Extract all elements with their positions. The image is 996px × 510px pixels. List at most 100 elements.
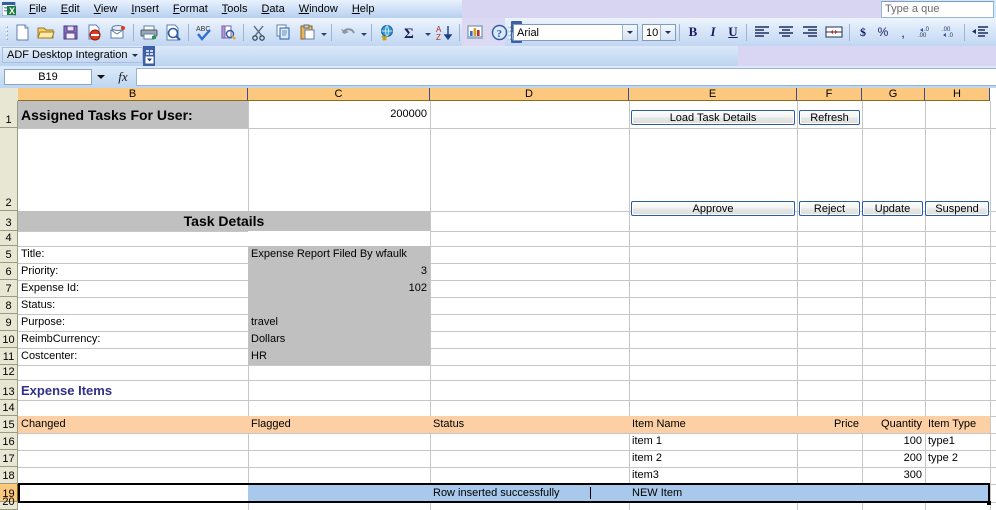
table-header-item-name[interactable]: Item Name xyxy=(629,416,797,433)
insert-function-icon[interactable]: fx xyxy=(110,69,136,85)
row-header-12[interactable]: 12 xyxy=(0,365,18,380)
currency-style-button[interactable]: $ xyxy=(853,25,873,40)
approve-button[interactable]: Approve xyxy=(631,201,795,216)
cell-price-1[interactable] xyxy=(797,450,862,467)
assigned-tasks-value[interactable]: 200000 xyxy=(248,101,430,128)
cell-status-1[interactable] xyxy=(430,450,629,467)
cell-price-3[interactable] xyxy=(797,484,862,502)
comma-style-button[interactable]: , xyxy=(893,25,913,40)
cell-quantity-0[interactable]: 100 xyxy=(862,433,925,450)
font-name-dropdown-icon[interactable] xyxy=(622,24,637,40)
column-header-D[interactable]: D xyxy=(430,88,629,101)
menu-item-help[interactable]: Help xyxy=(345,1,382,17)
cell-flagged-2[interactable] xyxy=(248,467,430,484)
row-header-8[interactable]: 8 xyxy=(0,297,18,314)
detail-value-4[interactable]: travel xyxy=(248,314,430,331)
reject-button[interactable]: Reject xyxy=(799,201,860,216)
column-header-H[interactable]: H xyxy=(925,88,990,101)
autosum-dropdown-icon[interactable] xyxy=(423,21,432,43)
name-box[interactable]: B19 xyxy=(4,69,92,85)
sort-ascending-icon[interactable]: AZ xyxy=(433,21,455,43)
row-header-17[interactable]: 17 xyxy=(0,450,18,467)
table-header-quantity[interactable]: Quantity xyxy=(862,416,925,433)
underline-button[interactable]: U xyxy=(723,24,743,40)
cell-item-type-3[interactable] xyxy=(925,484,990,502)
chart-wizard-icon[interactable] xyxy=(464,21,486,43)
new-icon[interactable] xyxy=(11,21,33,43)
align-center-icon[interactable] xyxy=(775,21,797,43)
cell-item-name-3[interactable]: NEW Item xyxy=(629,484,797,502)
font-size-combo[interactable]: 10 xyxy=(642,23,676,41)
cell-flagged-3[interactable] xyxy=(248,484,430,502)
cell-item-type-2[interactable] xyxy=(925,467,990,484)
row-header-11[interactable]: 11 xyxy=(0,348,18,365)
row-header-9[interactable]: 9 xyxy=(0,314,18,331)
cell-item-name-1[interactable]: item 2 xyxy=(629,450,797,467)
expense-items-header[interactable]: Expense Items xyxy=(18,380,248,400)
column-header-G[interactable]: G xyxy=(862,88,925,101)
decrease-decimal-icon[interactable]: .00.0 xyxy=(938,21,960,43)
increase-decimal-icon[interactable]: .0.00 xyxy=(914,21,936,43)
table-header-price[interactable]: Price xyxy=(797,416,862,433)
row-header-3[interactable]: 3 xyxy=(0,211,18,231)
name-box-dropdown-icon[interactable] xyxy=(92,68,110,86)
cell-item-name-2[interactable]: item3 xyxy=(629,467,797,484)
refresh-button[interactable]: Refresh xyxy=(799,110,860,125)
merge-and-center-icon[interactable] xyxy=(823,21,845,43)
cell-item-type-1[interactable]: type 2 xyxy=(925,450,990,467)
menu-item-file[interactable]: File xyxy=(22,1,54,17)
open-folder-icon[interactable] xyxy=(35,21,57,43)
detail-value-5[interactable]: Dollars xyxy=(248,331,430,348)
ask-a-question-box[interactable]: Type a que xyxy=(881,1,994,18)
print-preview-icon[interactable] xyxy=(162,21,184,43)
menu-item-edit[interactable]: Edit xyxy=(54,1,87,17)
table-header-status[interactable]: Status xyxy=(430,416,629,433)
font-name-combo[interactable]: Arial xyxy=(513,23,638,41)
row-header-18[interactable]: 18 xyxy=(0,467,18,484)
row-header-7[interactable]: 7 xyxy=(0,280,18,297)
save-floppy-icon[interactable] xyxy=(59,21,81,43)
select-all-corner[interactable] xyxy=(0,88,19,102)
row-header-5[interactable]: 5 xyxy=(0,246,18,263)
menu-item-format[interactable]: Format xyxy=(166,1,215,17)
table-header-changed[interactable]: Changed xyxy=(18,416,248,433)
update-button[interactable]: Update xyxy=(862,201,923,216)
fill-handle[interactable] xyxy=(987,501,991,505)
decrease-indent-icon[interactable] xyxy=(969,21,991,43)
cell-item-type-0[interactable]: type1 xyxy=(925,433,990,450)
row-header-2[interactable]: 2 xyxy=(0,128,18,211)
cell-changed-0[interactable] xyxy=(18,433,248,450)
percent-style-button[interactable]: % xyxy=(873,25,893,39)
adf-toolbar-options-icon[interactable] xyxy=(143,46,155,66)
bold-button[interactable]: B xyxy=(683,24,703,40)
task-details-spacer-cell[interactable] xyxy=(248,231,430,246)
detail-value-1[interactable]: 3 xyxy=(248,263,430,280)
cell-flagged-1[interactable] xyxy=(248,450,430,467)
detail-value-6[interactable]: HR xyxy=(248,348,430,365)
assigned-tasks-label[interactable]: Assigned Tasks For User: xyxy=(18,101,248,128)
table-header-item-type[interactable]: Item Type xyxy=(925,416,990,433)
row-header-6[interactable]: 6 xyxy=(0,263,18,280)
cell-flagged-0[interactable] xyxy=(248,433,430,450)
row-header-14[interactable]: 14 xyxy=(0,400,18,416)
menu-item-view[interactable]: View xyxy=(87,1,125,17)
menu-item-window[interactable]: Window xyxy=(292,1,345,17)
formatting-toolbar-grip[interactable] xyxy=(508,24,511,40)
column-header-F[interactable]: F xyxy=(797,88,862,101)
undo-icon[interactable] xyxy=(336,21,358,43)
suspend-button[interactable]: Suspend xyxy=(925,201,989,216)
align-left-icon[interactable] xyxy=(751,21,773,43)
menu-item-insert[interactable]: Insert xyxy=(124,1,166,17)
cell-quantity-2[interactable]: 300 xyxy=(862,467,925,484)
detail-value-2[interactable]: 102 xyxy=(248,280,430,297)
menu-item-data[interactable]: Data xyxy=(254,1,291,17)
table-header-flagged[interactable]: Flagged xyxy=(248,416,430,433)
cell-status-2[interactable] xyxy=(430,467,629,484)
task-details-header[interactable]: Task Details xyxy=(18,211,430,231)
cell-quantity-3[interactable] xyxy=(862,484,925,502)
font-size-dropdown-icon[interactable] xyxy=(660,24,675,40)
row-header-1[interactable]: 1 xyxy=(0,101,18,128)
paste-dropdown-icon[interactable] xyxy=(319,21,328,43)
permission-icon[interactable] xyxy=(83,21,105,43)
cut-scissors-icon[interactable] xyxy=(248,21,270,43)
